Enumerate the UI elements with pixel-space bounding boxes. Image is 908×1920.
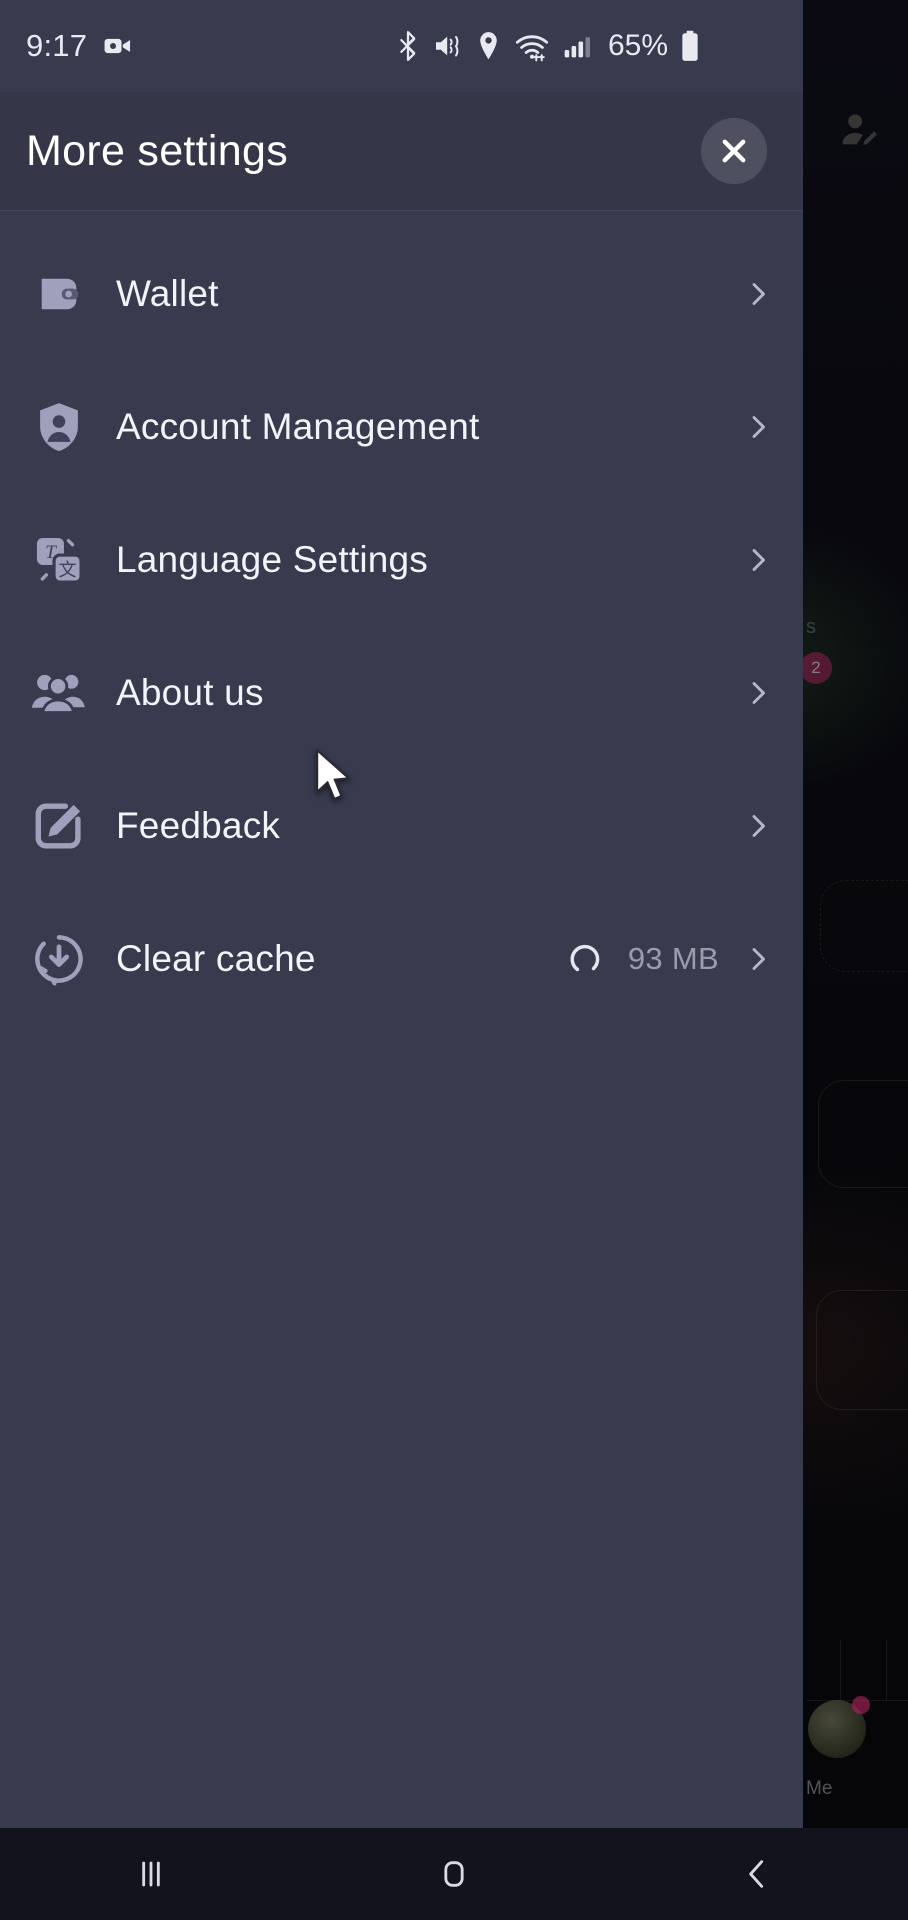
mute-vibrate-icon bbox=[436, 35, 459, 57]
people-group-icon bbox=[30, 664, 88, 722]
close-icon bbox=[722, 139, 746, 163]
settings-row-label: Account Management bbox=[116, 405, 480, 447]
svg-text:文: 文 bbox=[59, 559, 77, 580]
background-me-label: Me bbox=[806, 1778, 833, 1799]
background-card-2 bbox=[818, 1080, 908, 1188]
close-button[interactable] bbox=[701, 118, 767, 184]
settings-row-wallet[interactable]: Wallet bbox=[0, 227, 803, 360]
system-navigation-bar bbox=[0, 1828, 908, 1920]
download-clear-icon bbox=[30, 930, 88, 988]
wallet-icon bbox=[30, 265, 88, 323]
background-me-badge-dot bbox=[852, 1696, 870, 1714]
settings-row-right bbox=[743, 811, 773, 841]
recents-button[interactable] bbox=[91, 1828, 211, 1920]
cellular-signal-icon bbox=[564, 37, 590, 58]
chevron-right-icon bbox=[752, 548, 765, 571]
wifi-icon bbox=[515, 35, 549, 62]
background-badge: 2 bbox=[800, 652, 832, 684]
edit-square-icon bbox=[30, 797, 88, 855]
shield-user-icon bbox=[30, 398, 88, 456]
settings-row-language-settings[interactable]: T 文 Language Settings bbox=[0, 493, 803, 626]
chevron-right-icon bbox=[752, 282, 765, 305]
settings-row-label: Clear cache bbox=[116, 937, 316, 979]
status-bar: 9:17 65% bbox=[0, 0, 803, 92]
chevron-right-icon bbox=[752, 415, 765, 438]
back-chevron-icon bbox=[748, 1860, 763, 1888]
background-card-3 bbox=[816, 1290, 908, 1410]
settings-row-label: About us bbox=[116, 671, 264, 713]
home-button[interactable] bbox=[394, 1828, 514, 1920]
battery-icon bbox=[682, 30, 698, 61]
cache-size-value: 93 MB bbox=[627, 940, 719, 976]
chevron-right-icon bbox=[752, 947, 765, 970]
settings-row-feedback[interactable]: Feedback bbox=[0, 759, 803, 892]
status-bar-left: 9:17 bbox=[26, 28, 135, 64]
more-settings-drawer: 9:17 65% More settings Wallet Account Ma… bbox=[0, 0, 803, 1828]
chevron-right-icon bbox=[752, 814, 765, 837]
phone-screen: s 2 Me 9:17 65% More settings Wallet Acc… bbox=[0, 0, 908, 1920]
chevron-right-icon bbox=[752, 681, 765, 704]
translate-icon: T 文 bbox=[30, 531, 88, 589]
page-title: More settings bbox=[26, 126, 289, 175]
recents-icon bbox=[142, 1861, 161, 1887]
background-card-1 bbox=[820, 880, 908, 972]
video-recording-icon bbox=[104, 38, 131, 54]
loading-spinner-icon bbox=[570, 944, 600, 971]
settings-row-right bbox=[743, 279, 773, 309]
settings-row-right bbox=[743, 678, 773, 708]
settings-row-right: 93 MB bbox=[566, 940, 773, 978]
drawer-header: More settings bbox=[0, 92, 803, 210]
settings-row-label: Wallet bbox=[116, 272, 219, 314]
back-button[interactable] bbox=[697, 1828, 817, 1920]
settings-row-account-management[interactable]: Account Management bbox=[0, 360, 803, 493]
settings-row-right bbox=[743, 412, 773, 442]
battery-percent: 65% bbox=[608, 29, 669, 62]
background-divider-v1 bbox=[840, 1640, 841, 1700]
status-time: 9:17 bbox=[26, 28, 88, 63]
settings-row-label: Feedback bbox=[116, 804, 281, 846]
home-icon bbox=[444, 1861, 464, 1887]
add-contact-icon[interactable] bbox=[836, 108, 882, 154]
settings-row-right bbox=[743, 545, 773, 575]
settings-row-clear-cache[interactable]: Clear cache 93 MB bbox=[0, 892, 803, 1025]
bluetooth-icon bbox=[400, 31, 416, 61]
settings-list: Wallet Account Management T 文 Language S… bbox=[0, 211, 803, 1025]
status-bar-right: 65% bbox=[395, 0, 803, 92]
settings-row-label: Language Settings bbox=[116, 538, 428, 580]
location-icon bbox=[480, 32, 497, 60]
settings-row-about-us[interactable]: About us bbox=[0, 626, 803, 759]
background-tab-text: s bbox=[806, 616, 816, 638]
background-divider-v2 bbox=[886, 1640, 887, 1700]
